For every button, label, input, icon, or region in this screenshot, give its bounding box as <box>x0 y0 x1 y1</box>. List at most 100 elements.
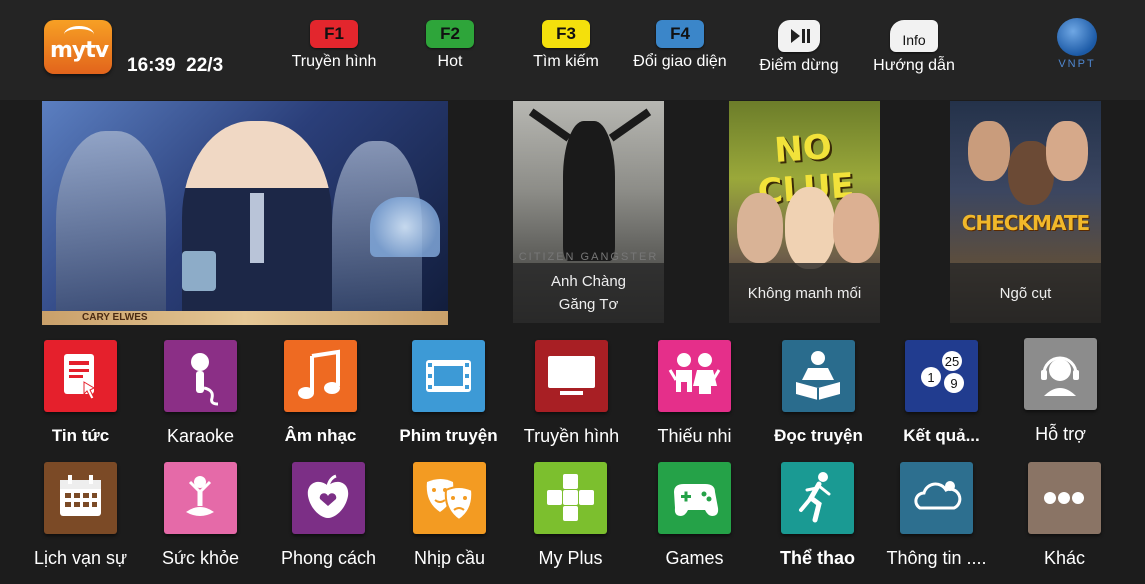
music-note-icon <box>284 340 357 412</box>
poster-title-line1: Anh Chàng <box>550 273 627 290</box>
menu-am-nhac[interactable]: Âm nhạc <box>259 340 382 446</box>
theater-masks-icon <box>413 462 486 534</box>
info-label: Hướng dẫn <box>873 57 955 74</box>
f1-label: Truyền hình <box>291 53 377 70</box>
poster-ngo-cut[interactable]: CHECKMATE Ngõ cụt <box>950 101 1101 323</box>
menu-my-plus[interactable]: My Plus <box>509 462 632 569</box>
menu-doc-truyen[interactable]: Đọc truyện <box>757 340 880 446</box>
f2-label: Hot <box>437 53 463 70</box>
ball-label-2: 1 <box>927 370 934 385</box>
lottery-balls-icon: 25 1 9 <box>905 340 978 412</box>
poster-title-overlay: Ngõ cụt <box>950 263 1101 323</box>
support-headset-icon <box>1024 338 1097 410</box>
menu-thieu-nhi[interactable]: Thiếu nhi <box>633 340 756 447</box>
poster-anh-chang-gang-to[interactable]: CITIZEN GANGSTER Anh Chàng Găng Tơ <box>513 101 664 323</box>
menu-label: Phong cách <box>280 548 377 568</box>
menu-thong-tin[interactable]: Thông tin .... <box>875 462 998 569</box>
menu-label: Tin tức <box>51 426 110 445</box>
poster-title-overlay: Anh Chàng Găng Tơ <box>513 263 664 323</box>
microphone-icon <box>164 340 237 412</box>
poster-art-face-3 <box>833 193 879 263</box>
poster-art-text: CITIZEN GANGSTER <box>518 251 659 263</box>
f4-key: F4 <box>656 20 704 48</box>
poster-art-text: CHECKMATE <box>961 211 1090 235</box>
menu-label: Thiếu nhi <box>657 426 732 446</box>
menu-label: Khác <box>1043 548 1086 568</box>
ball-label-3: 9 <box>950 376 957 391</box>
menu-label: Sức khỏe <box>161 548 240 568</box>
menu-nhip-cau[interactable]: Nhịp cầu <box>388 462 511 569</box>
hero-caption-text: CARY ELWES <box>82 312 148 323</box>
poster-art-arm-left <box>528 108 572 142</box>
children-icon <box>658 340 731 412</box>
menu-label: Nhịp cầu <box>413 548 486 568</box>
mytv-logo: mytv <box>44 20 112 74</box>
style-apple-icon <box>292 462 365 534</box>
hero-glass <box>182 251 216 291</box>
hero-tie <box>250 193 264 263</box>
menu-label: Âm nhạc <box>284 426 357 445</box>
menu-phong-cach[interactable]: Phong cách <box>267 462 390 569</box>
menu-ho-tro[interactable]: Hỗ trợ <box>999 338 1122 445</box>
f2-key: F2 <box>426 20 474 48</box>
menu-games[interactable]: Games <box>633 462 756 569</box>
hero-caption-strip: CARY ELWES <box>42 311 448 325</box>
logo-text: mytv <box>50 38 109 63</box>
tv-icon <box>535 340 608 412</box>
poster-title-overlay: Không manh mối <box>729 263 880 323</box>
menu-suc-khoe[interactable]: Sức khỏe <box>139 462 262 569</box>
running-icon <box>781 462 854 534</box>
reading-icon <box>782 340 855 412</box>
menu-label: Karaoke <box>166 426 235 446</box>
menu-label: Games <box>665 548 724 568</box>
menu-label: Đọc truyện <box>774 426 863 445</box>
menu-label: Kết quả... <box>903 426 980 445</box>
poster-art-arm-right <box>608 108 652 142</box>
f3-key: F3 <box>542 20 590 48</box>
plus-icon <box>534 462 607 534</box>
poster-title-line2: Găng Tơ <box>558 296 619 313</box>
menu-phim-truyen[interactable]: Phim truyện <box>387 340 510 446</box>
vnpt-text: VNPT <box>1058 58 1096 70</box>
f4-doi-giao-dien-button[interactable]: F4 Đổi giao diện <box>630 20 730 71</box>
f3-label: Tìm kiếm <box>533 53 599 70</box>
f3-tim-kiem-button[interactable]: F3 Tìm kiếm <box>525 20 607 71</box>
clock: 16:39 22/3 <box>127 55 223 77</box>
calendar-icon <box>44 462 117 534</box>
poster-art-face-2 <box>785 187 835 269</box>
hero-figure-left <box>56 131 166 325</box>
poster-art-face-3 <box>1046 121 1088 181</box>
menu-truyen-hinh[interactable]: Truyền hình <box>510 340 633 447</box>
huong-dan-button[interactable]: Info Hướng dẫn <box>868 20 960 75</box>
f2-hot-button[interactable]: F2 Hot <box>410 20 490 71</box>
menu-khac[interactable]: Khác <box>1003 462 1126 569</box>
menu-tin-tuc[interactable]: Tin tức <box>19 340 142 446</box>
menu-karaoke[interactable]: Karaoke <box>139 340 262 447</box>
weather-cloud-icon <box>900 462 973 534</box>
clock-date: 22/3 <box>186 55 224 76</box>
film-icon <box>412 340 485 412</box>
menu-label: Lịch vạn sự <box>33 548 128 568</box>
menu-lich-van-su[interactable]: Lịch vạn sự <box>19 462 142 569</box>
menu-label: Truyền hình <box>523 426 620 446</box>
menu-label: My Plus <box>538 548 603 568</box>
info-key: Info <box>890 20 938 52</box>
poster-art-face-1 <box>737 193 783 263</box>
pause-label: Điểm dừng <box>759 57 839 74</box>
play-pause-icon <box>778 20 820 52</box>
poster-title: Không manh mối <box>747 284 862 302</box>
f1-truyen-hinh-button[interactable]: F1 Truyền hình <box>288 20 380 71</box>
menu-label: Thông tin .... <box>886 548 987 568</box>
featured-hero-banner[interactable]: CARY ELWES <box>42 101 448 325</box>
diem-dung-button[interactable]: Điểm dừng <box>755 20 843 75</box>
menu-label: Hỗ trợ <box>1035 424 1086 444</box>
menu-ket-qua[interactable]: 25 1 9 Kết quả... <box>880 340 1003 446</box>
f4-label: Đổi giao diện <box>633 53 727 70</box>
vnpt-mark-icon <box>1057 18 1097 56</box>
gamepad-icon <box>658 462 731 534</box>
menu-the-thao[interactable]: Thể thao <box>756 462 879 569</box>
clock-time: 16:39 <box>127 55 176 76</box>
news-icon <box>44 340 117 412</box>
poster-khong-manh-moi[interactable]: NO CLUE Không manh mối <box>729 101 880 323</box>
hero-lamp <box>370 197 440 257</box>
